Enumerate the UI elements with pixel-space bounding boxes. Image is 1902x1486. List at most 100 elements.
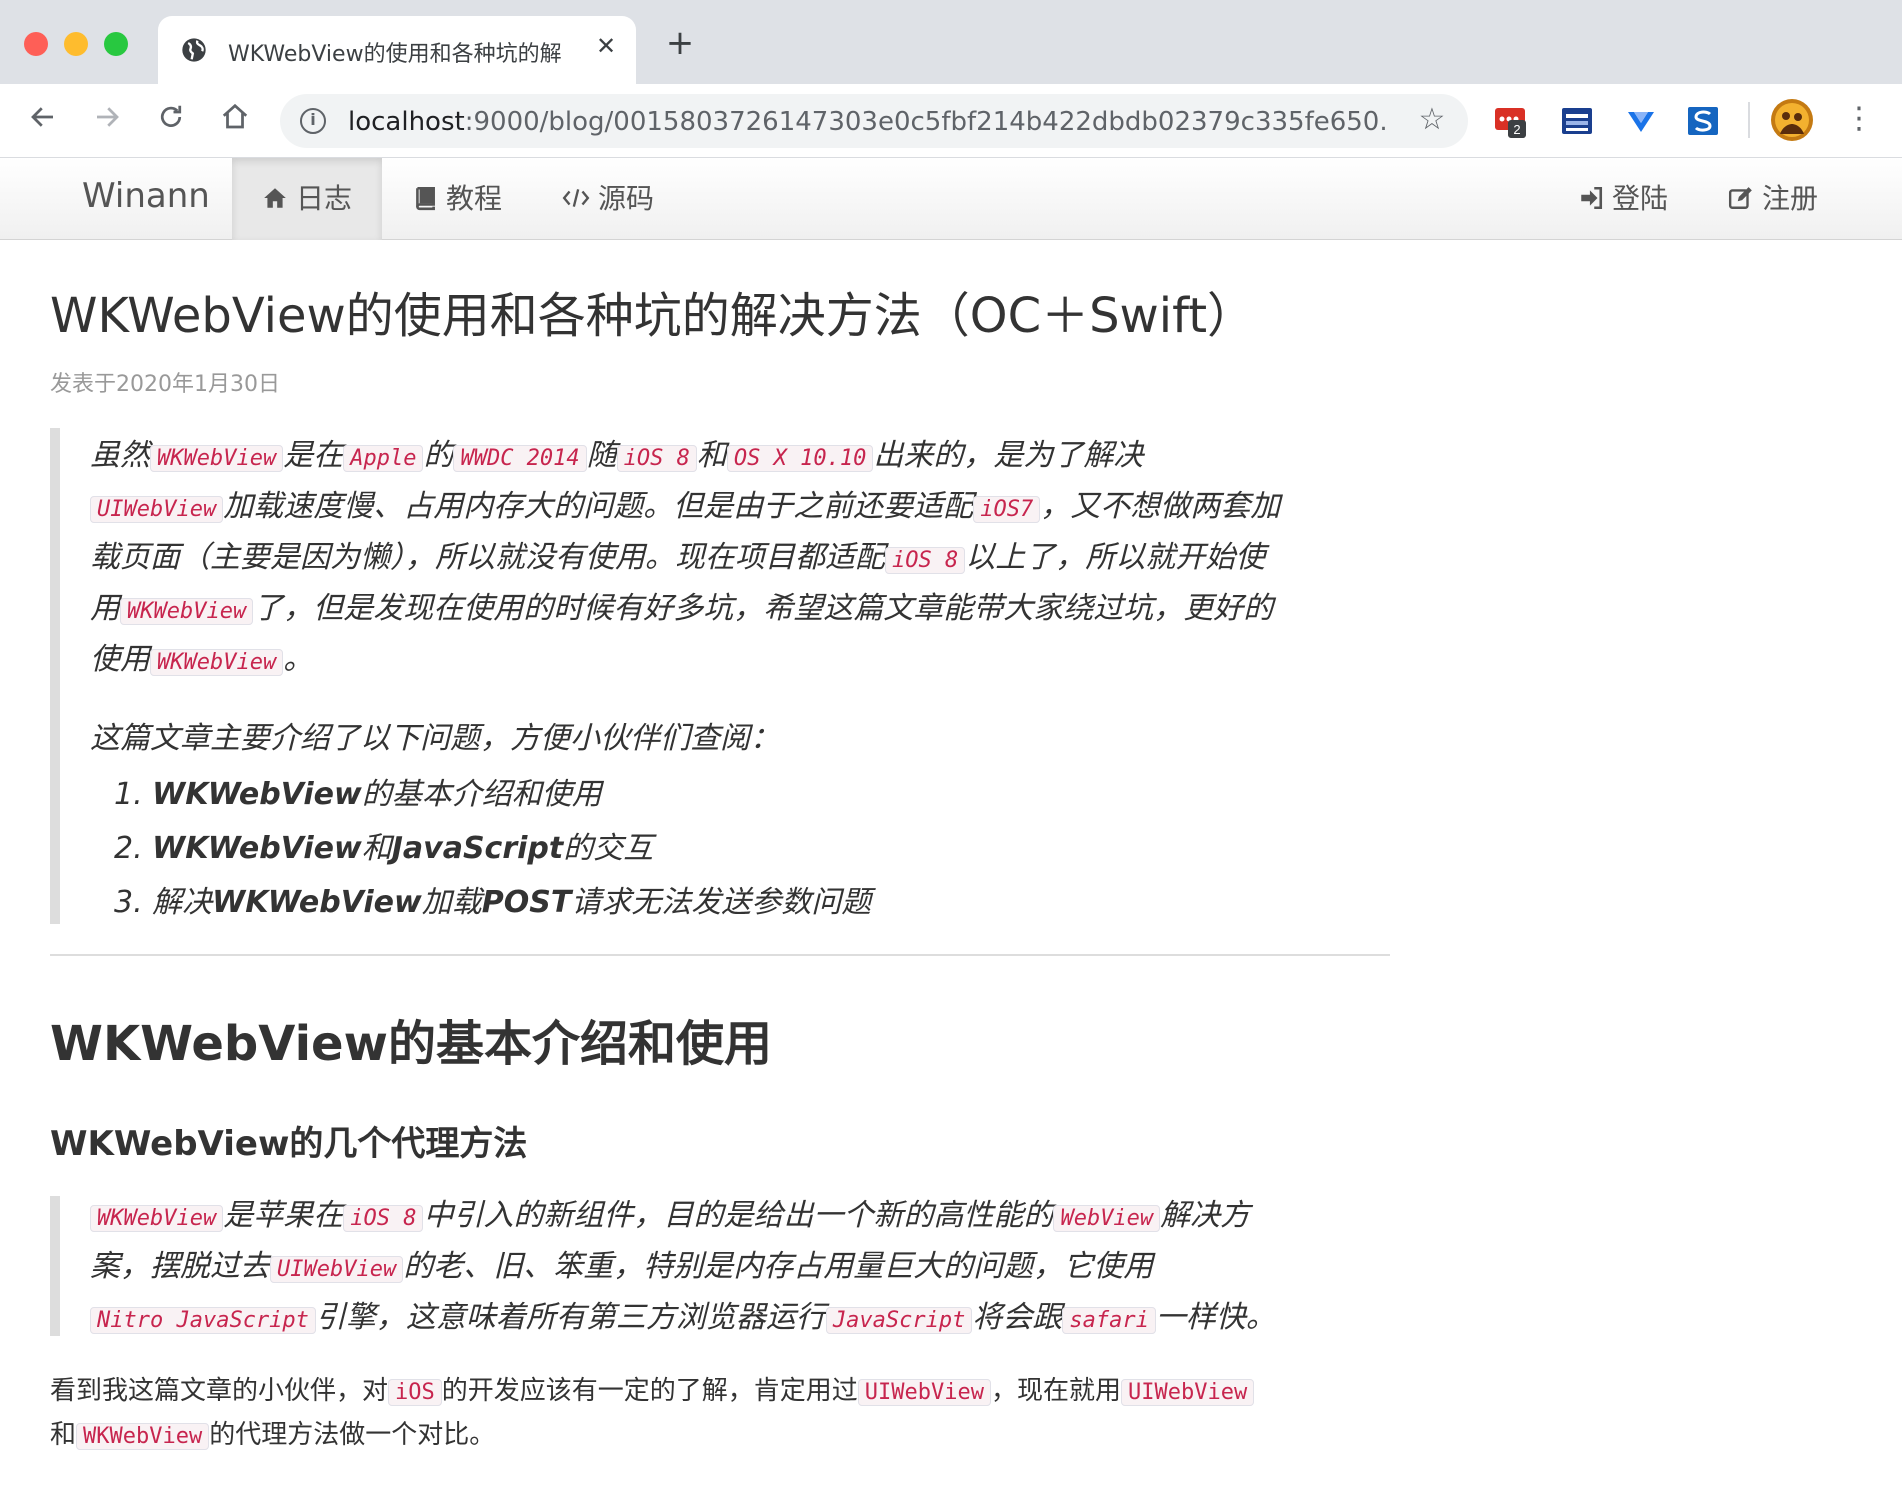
profile-avatar[interactable]: [1770, 98, 1814, 142]
inline-code: WWDC 2014: [453, 445, 587, 472]
inline-code: WebView: [1053, 1205, 1161, 1232]
post-title: WKWebView的使用和各种坑的解决方法（OC＋Swift）: [50, 288, 1256, 344]
delegate-paragraph: WKWebView 是苹果在 iOS 8 中引入的新组件，目的是给出一个新的高性能的 W…: [90, 1192, 1390, 1345]
text-run: WKWebView: [50, 1124, 290, 1164]
text-run: 2.: [114, 831, 143, 866]
text-run: 的交互: [563, 831, 654, 866]
book-icon: [416, 186, 435, 211]
nav-item-label: 日志: [296, 182, 353, 215]
extension-s-icon[interactable]: [1686, 104, 1720, 138]
text-run: WKWebView: [152, 831, 362, 866]
text-run: 和: [361, 831, 392, 866]
section-divider: [50, 954, 1390, 956]
subsection-heading: WKWebView的几个代理方法: [50, 1116, 527, 1165]
code-icon: [562, 189, 590, 207]
register-label: 注册: [1762, 182, 1819, 215]
text-run: ，又不想做两套加: [1040, 489, 1281, 524]
toc-item[interactable]: 1. WKWebView的基本介绍和使用: [114, 768, 871, 822]
extension-reader-icon[interactable]: [1560, 104, 1594, 138]
text-run: 是在: [283, 438, 344, 473]
inline-code: UIWebView: [270, 1256, 404, 1283]
reload-icon: [160, 105, 182, 127]
forward-button[interactable]: [88, 102, 126, 140]
body-paragraph: 看到我这篇文章的小伙伴，对 iOS 的开发应该有一定的了解，肯定用过 UIWebVie…: [50, 1370, 1390, 1458]
inline-code: iOS: [388, 1379, 442, 1406]
nav-item-label: 教程: [446, 182, 503, 215]
bookmark-star-icon[interactable]: ☆: [1414, 102, 1450, 138]
brand-logo[interactable]: Winann: [82, 176, 210, 216]
reload-button[interactable]: [152, 102, 190, 140]
inline-code: UIWebView: [1121, 1379, 1255, 1406]
toc-item[interactable]: 2. WKWebView和JavaScript的交互: [114, 822, 871, 876]
text-run: 加载: [421, 885, 482, 920]
inline-code: iOS 8: [616, 445, 697, 472]
inline-code: WKWebView: [90, 1205, 224, 1232]
text-run: ，现在就用: [991, 1376, 1122, 1406]
text-run: 。: [283, 642, 314, 677]
text-run: 的代理方法做一个对比。: [209, 1420, 496, 1450]
tab-title: WKWebView的使用和各种坑的解: [228, 42, 562, 67]
text-run: 解决方: [1160, 1198, 1251, 1233]
text-run: 看到我这篇文章的小伙伴，对: [50, 1376, 389, 1406]
arrow-right-icon: [97, 107, 119, 127]
inline-code: iOS 8: [343, 1205, 424, 1232]
inline-code: UIWebView: [857, 1379, 991, 1406]
browser-tab-strip: WKWebView的使用和各种坑的解 ✕ +: [0, 0, 1902, 84]
text-run: 虽然: [90, 438, 150, 473]
text-run: 加载速度慢、占用内存大的问题。但是由于之前还要适配: [223, 489, 974, 524]
globe-icon: [182, 38, 206, 62]
text-run: 和: [50, 1420, 77, 1450]
intro-paragraph: 虽然 WKWebView 是在 Apple 的 WWDC 2014 随 iOS 8 和 OS X …: [90, 432, 1390, 687]
login-label: 登陆: [1612, 182, 1669, 215]
browser-tab[interactable]: WKWebView的使用和各种坑的解 ✕: [158, 16, 636, 84]
minimize-window-button[interactable]: [64, 32, 88, 56]
toolbar-divider: [1748, 102, 1750, 138]
extension-badge: 2: [1513, 122, 1520, 137]
intro-paragraph-2: 这篇文章主要介绍了以下问题，方便小伙伴们查阅：: [90, 721, 780, 756]
nav-item-source[interactable]: 源码: [532, 158, 684, 240]
extension-v-icon[interactable]: [1624, 104, 1658, 138]
text-run: 载页面（主要是因为懒），所以就没有使用。现在项目都适配: [90, 540, 885, 575]
sign-in-icon: [1581, 186, 1603, 210]
edit-icon: [1728, 187, 1752, 209]
inline-code: WKWebView: [150, 649, 284, 676]
text-run: 的几个代理方法: [289, 1124, 528, 1164]
text-run: 解决: [152, 885, 213, 920]
extension-rss-icon[interactable]: 2: [1494, 104, 1528, 138]
home-button[interactable]: [216, 102, 254, 140]
inline-code: iOS 8: [885, 547, 966, 574]
inline-code: safari: [1062, 1307, 1156, 1334]
info-icon[interactable]: i: [300, 108, 326, 134]
section-heading: WKWebView的基本介绍和使用: [50, 1016, 772, 1072]
text-run: 以上了，所以就开始使: [965, 540, 1266, 575]
inline-code: OS X 10.10: [726, 445, 874, 472]
inline-code: Nitro JavaScript: [90, 1307, 316, 1334]
inline-code: JavaScript: [825, 1307, 973, 1334]
url-text[interactable]: localhost:9000/blog/0015803726147303e0c5…: [348, 107, 1388, 137]
site-navbar: Winann 日志 教程 源码 登陆 注册: [0, 158, 1902, 240]
address-bar[interactable]: i localhost:9000/blog/0015803726147303e0…: [280, 94, 1468, 148]
text-run: 用: [90, 591, 120, 626]
text-run: 的基本介绍和使用: [361, 777, 602, 812]
nav-item-tutorial[interactable]: 教程: [382, 158, 532, 240]
text-run: 和: [696, 438, 727, 473]
text-run: 随: [586, 438, 617, 473]
toc-item[interactable]: 3. 解决WKWebView加载POST请求无法发送参数问题: [114, 876, 871, 930]
table-of-contents: 1. WKWebView的基本介绍和使用 2. WKWebView和JavaSc…: [114, 768, 871, 930]
nav-item-blog[interactable]: 日志: [232, 158, 383, 240]
home-icon: [222, 103, 248, 129]
text-run: 1.: [114, 777, 143, 812]
browser-toolbar: i localhost:9000/blog/0015803726147303e0…: [0, 84, 1902, 158]
new-tab-button[interactable]: +: [664, 26, 696, 60]
login-link[interactable]: 登陆: [1548, 158, 1698, 240]
close-tab-icon[interactable]: ✕: [592, 32, 620, 60]
back-button[interactable]: [24, 102, 62, 140]
text-run: 使用: [90, 642, 150, 677]
maximize-window-button[interactable]: [104, 32, 128, 56]
menu-kebab-icon[interactable]: ⋮: [1840, 102, 1878, 140]
text-run: POST: [481, 885, 572, 920]
close-window-button[interactable]: [24, 32, 48, 56]
url-path: :9000/blog/0015803726147303e0c5fbf214b42…: [464, 107, 1388, 137]
register-link[interactable]: 注册: [1698, 158, 1848, 240]
inline-code: iOS7: [973, 496, 1041, 523]
